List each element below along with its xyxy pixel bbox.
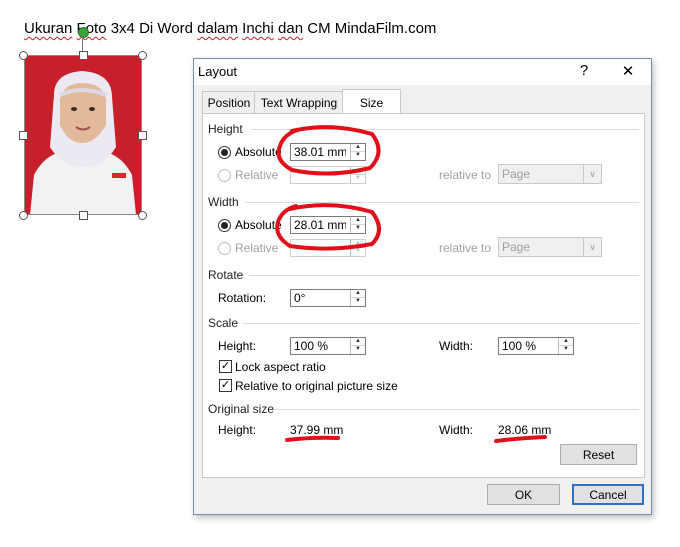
scale-width-field[interactable]: ▲▼ [498, 337, 574, 355]
spin-down-icon[interactable]: ▼ [351, 225, 365, 232]
width-relative-to-select[interactable]: Page ∨ [498, 237, 602, 257]
resize-handle-top-right[interactable] [138, 51, 147, 60]
height-absolute-label: Absolute [235, 145, 282, 159]
width-relative-radio[interactable] [218, 242, 231, 255]
height-relative-spinner[interactable]: ▲ ▼ [350, 167, 365, 183]
tab-text-wrapping[interactable]: Text Wrapping [254, 91, 344, 114]
original-size-divider [273, 409, 639, 410]
original-size-section-label: Original size [208, 402, 275, 416]
spin-down-icon[interactable]: ▼ [351, 248, 365, 255]
relative-original-checkbox[interactable]: ✓ [219, 379, 232, 392]
resize-handle-bottom-left[interactable] [19, 211, 28, 220]
scale-height-field[interactable]: ▲▼ [290, 337, 366, 355]
resize-handle-left[interactable] [19, 131, 28, 140]
height-relative-field[interactable]: ▲ ▼ [290, 166, 366, 184]
original-height-value: 37.99 mm [290, 423, 344, 437]
rotate-section-label: Rotate [208, 268, 244, 282]
height-relative-radio[interactable] [218, 169, 231, 182]
chevron-down-icon[interactable]: ∨ [583, 165, 601, 183]
lock-aspect-label: Lock aspect ratio [235, 360, 326, 374]
dialog-titlebar[interactable]: Layout ? ✕ [194, 59, 651, 85]
width-absolute-input[interactable] [291, 217, 349, 233]
original-width-value: 28.06 mm [498, 423, 552, 437]
width-relative-to-label: relative to [439, 241, 492, 255]
rotation-spinner[interactable]: ▲ ▼ [350, 290, 365, 306]
close-button[interactable]: ✕ [618, 62, 638, 80]
height-absolute-spinner[interactable]: ▲ ▼ [350, 144, 365, 160]
size-panel: Height Absolute ▲▼ Relative ▲▼ relative … [202, 113, 645, 478]
height-absolute-radio[interactable] [218, 146, 231, 159]
rotate-handle[interactable] [78, 27, 89, 38]
rotate-divider [249, 275, 639, 276]
width-relative-label: Relative [235, 241, 279, 255]
width-absolute-spinner[interactable]: ▲ ▼ [350, 217, 365, 233]
spin-up-icon[interactable]: ▲ [351, 290, 365, 298]
scale-height-label: Height: [218, 339, 257, 353]
resize-handle-bottom[interactable] [79, 211, 88, 220]
height-absolute-input[interactable] [291, 144, 349, 160]
spin-up-icon[interactable]: ▲ [351, 338, 365, 346]
resize-handle-right[interactable] [138, 131, 147, 140]
width-absolute-field[interactable]: ▲▼ [290, 216, 366, 234]
spin-up-icon[interactable]: ▲ [559, 338, 573, 346]
resize-handle-top[interactable] [79, 51, 88, 60]
scale-width-spinner[interactable]: ▲ ▼ [558, 338, 573, 354]
spin-down-icon[interactable]: ▼ [351, 298, 365, 305]
height-relative-label: Relative [235, 168, 279, 182]
scale-width-input[interactable] [499, 338, 557, 354]
reset-button[interactable]: Reset [560, 444, 637, 465]
chevron-down-icon[interactable]: ∨ [583, 238, 601, 256]
height-absolute-field[interactable]: ▲▼ [290, 143, 366, 161]
height-divider [251, 129, 639, 130]
spin-down-icon[interactable]: ▼ [351, 152, 365, 159]
spin-down-icon[interactable]: ▼ [351, 175, 365, 182]
rotation-field[interactable]: ▲▼ [290, 289, 366, 307]
scale-width-label: Width: [439, 339, 474, 353]
width-absolute-radio[interactable] [218, 219, 231, 232]
lock-aspect-checkbox[interactable]: ✓ [219, 360, 232, 373]
tab-size[interactable]: Size [342, 89, 401, 114]
dialog-title: Layout [198, 64, 238, 79]
cancel-button[interactable]: Cancel [572, 484, 644, 505]
resize-handle-bottom-right[interactable] [138, 211, 147, 220]
original-width-label: Width: [439, 423, 474, 437]
spin-up-icon[interactable]: ▲ [351, 240, 365, 248]
help-button[interactable]: ? [574, 62, 594, 79]
height-section-label: Height [208, 122, 243, 136]
height-relative-to-select[interactable]: Page ∨ [498, 164, 602, 184]
width-absolute-label: Absolute [235, 218, 282, 232]
scale-section-label: Scale [208, 316, 239, 330]
spin-up-icon[interactable]: ▲ [351, 144, 365, 152]
width-relative-spinner[interactable]: ▲ ▼ [350, 240, 365, 256]
rotation-input[interactable] [291, 290, 349, 306]
original-height-label: Height: [218, 423, 257, 437]
spin-up-icon[interactable]: ▲ [351, 217, 365, 225]
tab-position[interactable]: Position [202, 91, 256, 114]
scale-height-input[interactable] [291, 338, 349, 354]
resize-handle-top-left[interactable] [19, 51, 28, 60]
relative-original-label: Relative to original picture size [235, 379, 398, 393]
scale-height-spinner[interactable]: ▲ ▼ [350, 338, 365, 354]
scale-divider [243, 323, 639, 324]
width-relative-field[interactable]: ▲ ▼ [290, 239, 366, 257]
width-section-label: Width [208, 195, 239, 209]
width-divider [245, 202, 639, 203]
rotation-label: Rotation: [218, 291, 267, 305]
layout-dialog: Layout ? ✕ Position Text Wrapping Size H… [193, 58, 652, 515]
spin-down-icon[interactable]: ▼ [351, 346, 365, 353]
selection-frame [24, 55, 142, 215]
spin-up-icon[interactable]: ▲ [351, 167, 365, 175]
ok-button[interactable]: OK [487, 484, 560, 505]
height-relative-to-label: relative to [439, 168, 492, 182]
spin-down-icon[interactable]: ▼ [559, 346, 573, 353]
